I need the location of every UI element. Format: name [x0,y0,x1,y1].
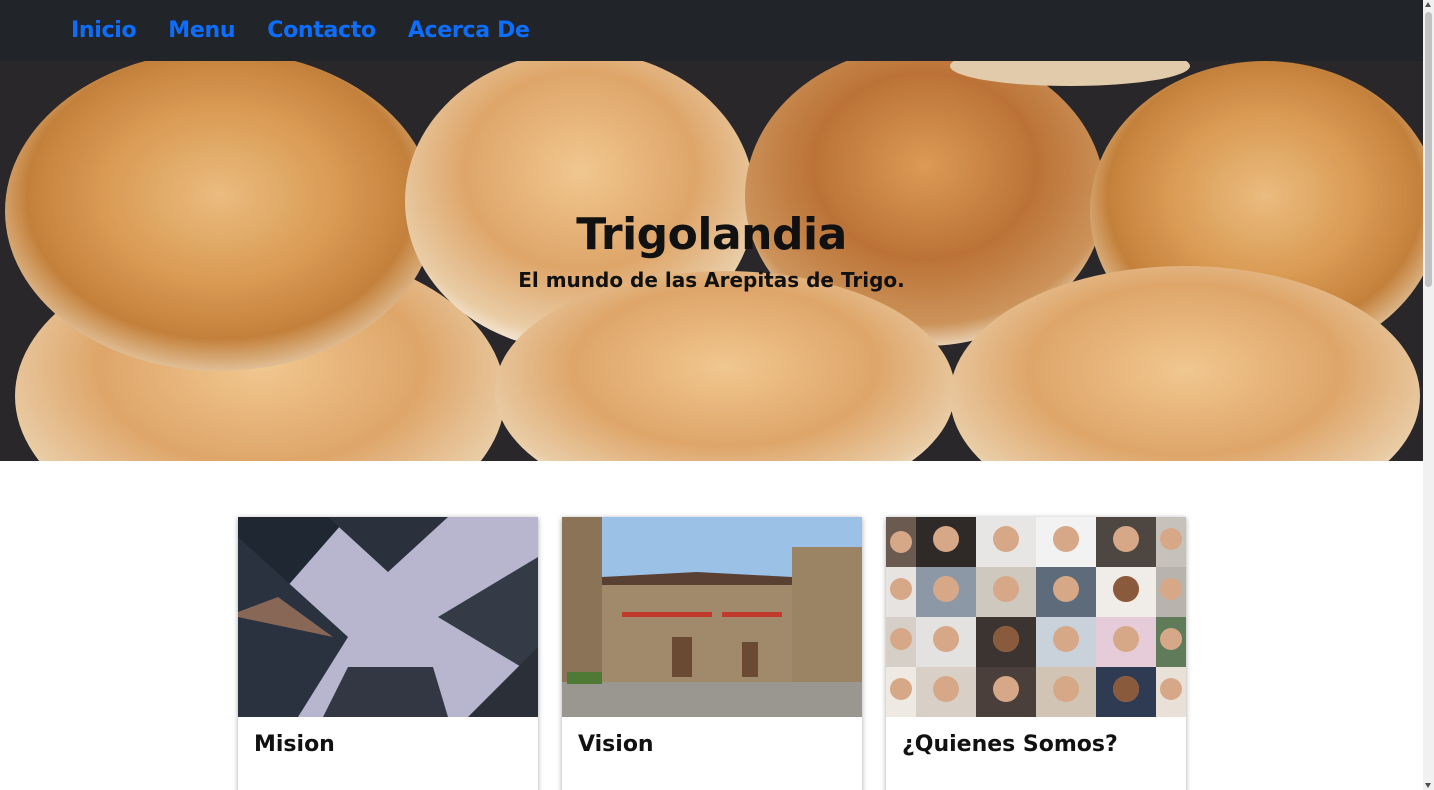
nav-link-contacto[interactable]: Contacto [267,18,376,43]
card-quienes-somos-title: ¿Quienes Somos? [902,732,1118,757]
page: Inicio Menu Contacto Acerca De Trigoland… [0,0,1423,790]
stone-village-image [562,517,862,717]
scroll-down-arrow-icon[interactable] [1425,783,1431,788]
nav-link-acerca-de[interactable]: Acerca De [408,18,530,43]
card-vision: Vision [562,517,862,790]
nav-link-menu[interactable]: Menu [168,18,235,43]
card-mision-title: Mision [254,732,335,757]
card-vision-image [562,517,862,717]
nav-link-inicio[interactable]: Inicio [71,18,137,43]
nav-item-contacto: Contacto [267,18,376,43]
card-mision: Mision [238,517,538,790]
hero-title: Trigolandia [576,209,847,260]
skyscrapers-image [238,517,538,717]
hero-banner: Trigolandia El mundo de las Arepitas de … [0,61,1423,461]
card-mision-image [238,517,538,717]
nav-item-acerca-de: Acerca De [408,18,530,43]
nav-list: Inicio Menu Contacto Acerca De [71,0,530,61]
people-faces-grid-image [886,517,1186,717]
nav-item-menu: Menu [168,18,235,43]
card-quienes-somos: ¿Quienes Somos? [886,517,1186,790]
card-vision-title: Vision [578,732,654,757]
page-scrollbar[interactable] [1423,0,1434,790]
scroll-up-arrow-icon[interactable] [1425,2,1431,7]
nav-item-inicio: Inicio [71,18,137,43]
hero-background-image [0,61,1423,461]
hero-subtitle: El mundo de las Arepitas de Trigo. [518,268,905,292]
scroll-thumb[interactable] [1425,12,1432,287]
card-quienes-somos-image [886,517,1186,717]
navbar: Inicio Menu Contacto Acerca De [0,0,1423,61]
